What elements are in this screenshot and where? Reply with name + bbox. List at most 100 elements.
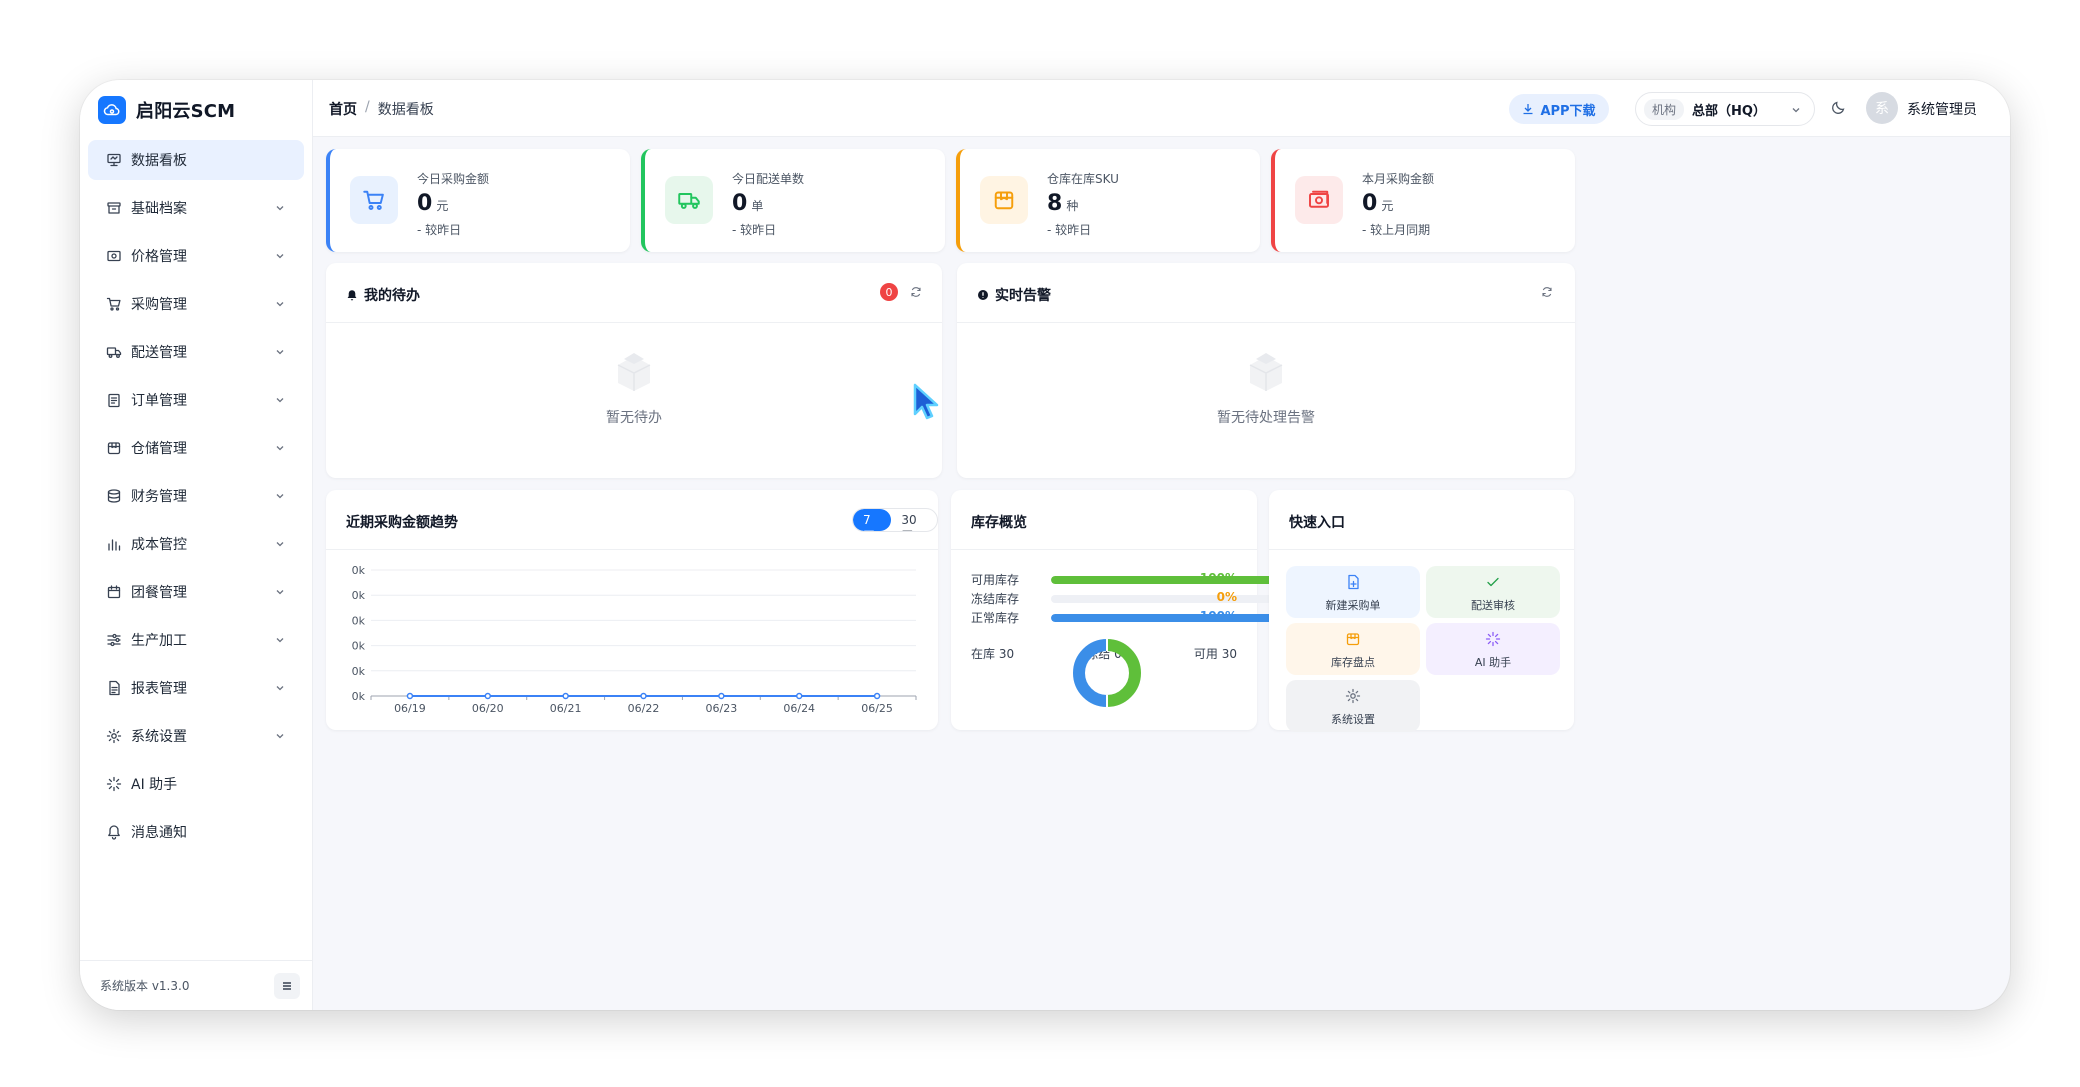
- data-point[interactable]: [640, 692, 647, 700]
- data-point[interactable]: [718, 692, 725, 700]
- quick-access-label: AI 助手: [1474, 656, 1512, 669]
- inventory-row: 冻结库存 0%: [971, 587, 1293, 607]
- alerts-empty-text: 暂无待处理告警: [1217, 410, 1315, 426]
- org-tag: 机构: [1644, 98, 1685, 120]
- chevron-down-icon: [274, 202, 286, 214]
- user-name[interactable]: 系统管理员: [1907, 99, 1977, 119]
- x-tick-label: 06/21: [550, 702, 582, 715]
- inventory-progress-track: [1051, 614, 1293, 622]
- sidebar-item-3[interactable]: 采购管理: [88, 284, 304, 324]
- sidebar-item-label: 报表管理: [131, 681, 187, 697]
- data-point[interactable]: [562, 692, 569, 700]
- sidebar-item-10[interactable]: 生产加工: [88, 620, 304, 660]
- x-tick-label: 06/24: [783, 702, 815, 715]
- package-icon: [1286, 631, 1420, 651]
- app-download-button[interactable]: APP下载: [1509, 94, 1609, 124]
- quick-access-label: 配送审核: [1471, 599, 1515, 612]
- quick-access-item[interactable]: 配送审核: [1426, 566, 1560, 618]
- chevron-down-icon: [274, 250, 286, 262]
- quick-access-item[interactable]: 新建采购单: [1286, 566, 1420, 618]
- sidebar-item-label: 仓储管理: [131, 441, 187, 457]
- data-point[interactable]: [484, 692, 492, 700]
- stat-label: 本月采购金额: [1362, 172, 1435, 186]
- clipboard-icon: [106, 392, 122, 408]
- org-selector[interactable]: 机构 总部（HQ）: [1635, 92, 1815, 126]
- inventory-percent: 0%: [1216, 590, 1237, 604]
- range-7d[interactable]: 7天: [853, 509, 892, 531]
- breadcrumb-home[interactable]: 首页: [329, 99, 357, 119]
- sidebar-item-6[interactable]: 仓储管理: [88, 428, 304, 468]
- refresh-icon[interactable]: [910, 286, 922, 298]
- sidebar-item-2[interactable]: 价格管理: [88, 236, 304, 276]
- empty-box-icon: [1249, 353, 1283, 391]
- stat-card: 仓库在库SKU 8 种 - 较昨日: [956, 149, 1260, 252]
- inventory-label: 正常库存: [971, 611, 1020, 625]
- inventory-available: 可用 30: [1193, 647, 1237, 661]
- bell-icon: [106, 824, 122, 840]
- todo-title: 我的待办: [346, 285, 420, 305]
- stat-card: 本月采购金额 0 元 - 较上月同期: [1271, 149, 1575, 252]
- inventory-row: 可用库存 100%: [971, 568, 1293, 588]
- quick-access-item[interactable]: 系统设置: [1286, 680, 1420, 732]
- refresh-icon[interactable]: [1541, 286, 1553, 298]
- trend-line-chart: 0k 0k 0k 0k 0k 0k 06/19 06/20 06/21 06/22 06/23 06/…: [352, 564, 917, 715]
- stat-compare: - 较昨日: [1047, 223, 1092, 237]
- todo-panel: 我的待办 0 暂无待办: [326, 263, 942, 478]
- chevron-down-icon: [274, 442, 286, 454]
- collapse-menu-button[interactable]: [274, 973, 300, 999]
- sidebar-item-7[interactable]: 财务管理: [88, 476, 304, 516]
- sidebar-item-label: 团餐管理: [131, 585, 187, 601]
- sidebar-item-label: 配送管理: [131, 345, 187, 361]
- stat-unit: 种: [1066, 199, 1079, 213]
- data-point[interactable]: [795, 692, 803, 700]
- dark-mode-toggle-icon[interactable]: [1831, 99, 1847, 115]
- sidebar-item-label: 消息通知: [131, 825, 187, 841]
- todo-count-badge: 0: [880, 283, 898, 301]
- inventory-label: 冻结库存: [971, 592, 1020, 606]
- sidebar-item-label: 订单管理: [131, 393, 187, 409]
- sidebar-item-13[interactable]: AI 助手: [88, 764, 304, 804]
- quick-access-item[interactable]: 库存盘点: [1286, 623, 1420, 675]
- y-tick-label: 0k: [352, 589, 366, 602]
- range-30d[interactable]: 30天: [891, 509, 937, 531]
- sidebar-item-1[interactable]: 基础档案: [88, 188, 304, 228]
- data-point[interactable]: [406, 692, 414, 700]
- stat-unit: 元: [436, 199, 449, 213]
- database-icon: [106, 488, 122, 504]
- y-tick-label: 0k: [352, 614, 366, 627]
- sidebar-item-8[interactable]: 成本管控: [88, 524, 304, 564]
- trend-title: 近期采购金额趋势: [346, 515, 458, 531]
- x-tick-label: 06/19: [394, 702, 426, 715]
- sidebar-item-0[interactable]: 数据看板: [88, 140, 304, 180]
- sidebar-item-9[interactable]: 团餐管理: [88, 572, 304, 612]
- inventory-row: 正常库存 100%: [971, 606, 1293, 626]
- alerts-panel: 实时告警 暂无待处理告警: [957, 263, 1575, 478]
- truck-icon: [106, 344, 122, 360]
- download-icon: [1523, 104, 1533, 115]
- package-icon: [106, 440, 122, 456]
- dashboard-content: 今日采购金额 0 元 - 较昨日 今日配送单数 0 单 - 较昨日 仓库在库SKU 8 种 - 较昨日…: [313, 137, 2010, 1010]
- app-download-label: APP下载: [1540, 103, 1596, 119]
- quick-access-item[interactable]: AI 助手: [1426, 623, 1560, 675]
- sidebar-item-14[interactable]: 消息通知: [88, 812, 304, 852]
- chevron-down-icon: [274, 586, 286, 598]
- stat-compare: - 较上月同期: [1362, 223, 1431, 237]
- data-point[interactable]: [873, 692, 881, 700]
- avatar[interactable]: 系: [1866, 92, 1898, 124]
- sidebar-item-11[interactable]: 报表管理: [88, 668, 304, 708]
- sidebar-item-label: 数据看板: [131, 153, 187, 169]
- alerts-title: 实时告警: [977, 285, 1051, 305]
- stat-value: 0: [732, 191, 748, 216]
- chevron-down-icon: [274, 394, 286, 406]
- trend-panel: 近期采购金额趋势 7天 30天 0k 0k 0k 0k 0k 0k 06/19 06/20 06…: [326, 490, 938, 730]
- sidebar-item-5[interactable]: 订单管理: [88, 380, 304, 420]
- empty-box-icon: [617, 353, 651, 391]
- file-plus-icon: [1286, 574, 1420, 594]
- range-toggle: 7天 30天: [852, 508, 938, 532]
- chevron-down-icon: [1792, 108, 1800, 113]
- sidebar-item-12[interactable]: 系统设置: [88, 716, 304, 756]
- inventory-progress-fill: [1051, 614, 1293, 622]
- menu-icon: [283, 982, 291, 990]
- sidebar-item-4[interactable]: 配送管理: [88, 332, 304, 372]
- app-logo[interactable]: 启阳云SCM: [98, 94, 235, 126]
